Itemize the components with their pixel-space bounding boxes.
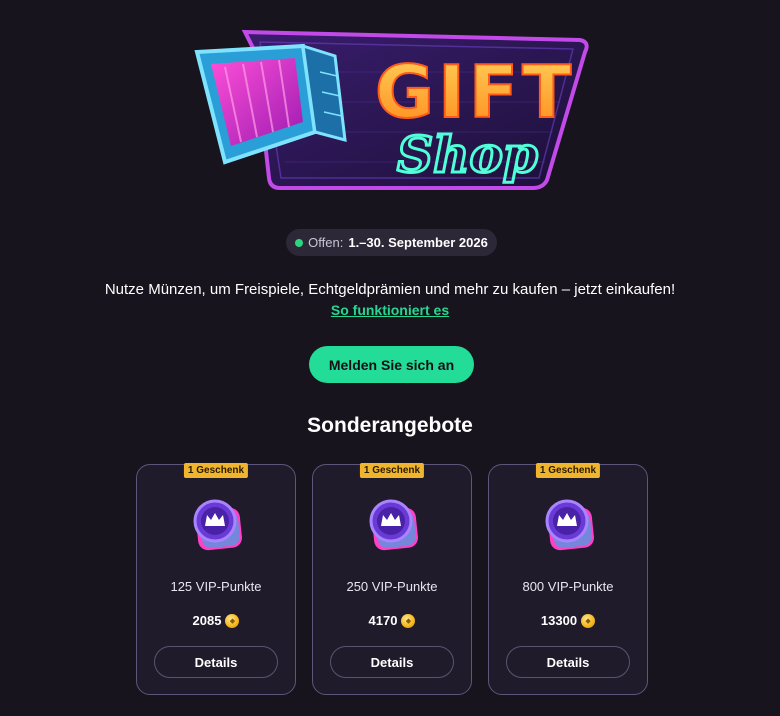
offer-card: 1 Geschenk 250 VIP-Punkte 4170 ◆ Details (312, 463, 472, 695)
offer-card: 1 Geschenk 125 VIP-Punkte 2085 ◆ Details (136, 463, 296, 695)
offer-title: 125 VIP-Punkte (170, 579, 262, 594)
offer-price-value: 2085 (192, 613, 222, 628)
details-button[interactable]: Details (330, 646, 454, 678)
offer-price: 4170 ◆ (313, 613, 471, 628)
intro-text: Nutze Münzen, um Freispiele, Echtgeldprä… (104, 281, 676, 298)
offer-price-value: 4170 (368, 613, 398, 628)
vip-crown-gem-icon (187, 495, 249, 557)
coin-icon: ◆ (225, 613, 240, 628)
how-it-works-link[interactable]: So funktioniert es (331, 302, 449, 318)
coin-icon: ◆ (401, 613, 416, 628)
offer-card: 1 Geschenk 800 VIP-Punkte 13300 ◆ Detail… (488, 463, 648, 695)
details-button[interactable]: Details (506, 646, 630, 678)
offer-price-value: 13300 (540, 613, 578, 628)
status-dot-icon (295, 238, 304, 247)
section-title: Sonderangebote (307, 414, 473, 437)
status-label: Offen: (308, 235, 344, 250)
status-badge: Offen: 1.–30. September 2026 (286, 229, 497, 256)
vip-crown-gem-icon (539, 495, 601, 557)
offer-title: 250 VIP-Punkte (346, 579, 438, 594)
offer-title: 800 VIP-Punkte (522, 579, 614, 594)
svg-text:Shop: Shop (397, 125, 538, 184)
gift-shop-logo: GIFT Shop (185, 12, 595, 202)
gift-badge: 1 Geschenk (183, 463, 249, 478)
offer-price: 2085 ◆ (137, 613, 295, 628)
details-button[interactable]: Details (154, 646, 278, 678)
how-it-works-container: So funktioniert es (0, 302, 780, 318)
sign-up-button[interactable]: Melden Sie sich an (309, 346, 474, 383)
status-date-range: 1.–30. September 2026 (348, 235, 488, 250)
offer-price: 13300 ◆ (489, 613, 647, 628)
gift-badge: 1 Geschenk (359, 463, 425, 478)
vip-crown-gem-icon (363, 495, 425, 557)
coin-icon: ◆ (581, 613, 596, 628)
svg-text:GIFT: GIFT (375, 50, 575, 134)
gift-badge: 1 Geschenk (535, 463, 601, 478)
